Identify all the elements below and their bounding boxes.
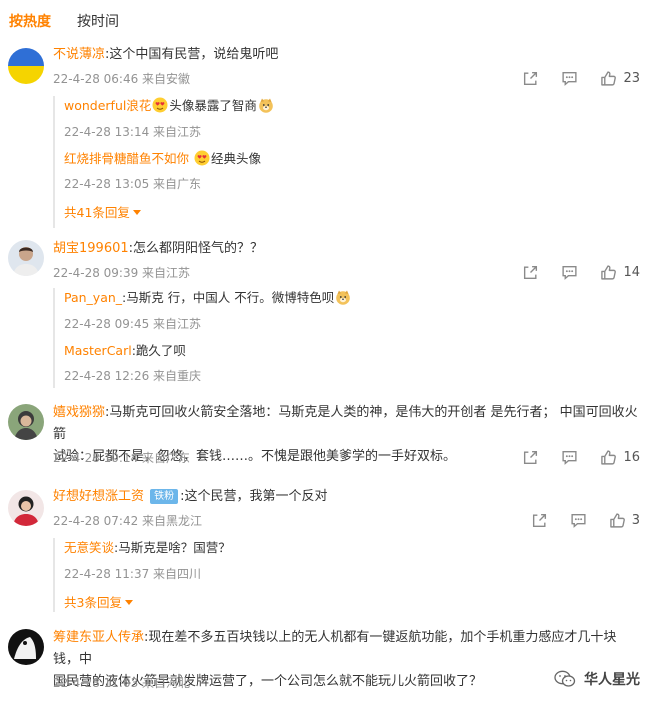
thumbs-up-icon — [601, 450, 617, 465]
reply-meta: 22-4-28 13:05 来自广东 — [64, 177, 202, 191]
share-icon — [532, 513, 546, 528]
avatar[interactable] — [8, 240, 44, 276]
share-button[interactable] — [522, 70, 539, 87]
share-icon — [524, 71, 538, 86]
wechat-icon — [554, 670, 576, 687]
comment-text: 不说薄凉:这个中国有民营，说给鬼听吧 — [53, 44, 640, 66]
comment-icon — [562, 265, 578, 280]
fan-badge: 铁粉 — [150, 489, 179, 504]
comment-author[interactable]: 胡宝199601 — [53, 241, 129, 256]
reply-author[interactable]: wonderful浪花 — [64, 98, 151, 113]
heart-eyes-emoji-icon — [152, 97, 168, 113]
comment-text: 好想好想涨工资 铁粉:这个民营，我第一个反对 — [53, 486, 640, 508]
comment-icon — [562, 71, 578, 86]
reply-button[interactable] — [561, 70, 578, 87]
reply-text: MasterCarl:跪久了呗 — [64, 341, 640, 361]
more-replies-link[interactable]: 共41条回复 — [64, 202, 141, 221]
like-count: 14 — [623, 265, 640, 280]
reply-author[interactable]: 红烧排骨糖醋鱼不如你 — [64, 151, 189, 166]
reply-author[interactable]: MasterCarl — [64, 343, 132, 358]
watermark-text: 华人星光 — [584, 672, 640, 688]
doge-emoji-icon — [259, 98, 273, 113]
reply-meta: 22-4-28 09:45 来自江苏 — [64, 317, 202, 331]
reply-divider — [53, 288, 55, 388]
reply-author[interactable]: 无意笑谈 — [64, 540, 114, 555]
sort-tabs: 按热度 按时间 — [9, 10, 119, 32]
comment-author[interactable]: 不说薄凉 — [53, 47, 105, 62]
comment-actions: 23 — [500, 70, 640, 87]
avatar[interactable] — [8, 490, 44, 526]
comment-meta: 22-4-28 10:14 来自广东 — [53, 451, 191, 465]
avatar[interactable] — [8, 48, 44, 84]
reply-body: 经典头像 — [211, 151, 262, 166]
share-button[interactable] — [522, 264, 539, 281]
comment-icon — [562, 450, 578, 465]
reply-body: 头像暴露了智商 — [169, 98, 257, 113]
comment-item: 好想好想涨工资 铁粉:这个民营，我第一个反对 22-4-28 07:42 来自黑… — [0, 486, 654, 616]
share-icon — [524, 450, 538, 465]
comment-meta: 22-4-28 06:46 来自安徽 — [53, 72, 191, 86]
comment-body: :这个中国有民营，说给鬼听吧 — [105, 47, 279, 62]
comment-meta: 22-4-28 07:42 来自黑龙江 — [53, 514, 203, 528]
avatar[interactable] — [8, 629, 44, 665]
doge-emoji-icon — [336, 290, 351, 305]
like-button[interactable]: 23 — [600, 70, 640, 87]
reply-text: Pan_yan_:马斯克 行，中国人 不行。微博特色呗 — [64, 288, 640, 308]
more-replies-label: 共41条回复 — [64, 205, 130, 220]
comment-author[interactable]: 筹建东亚人传承 — [53, 630, 144, 645]
like-count: 16 — [623, 450, 640, 465]
reply-body: :马斯克是啥？国营？ — [114, 540, 231, 555]
reply-body: :马斯克 行，中国人 不行。微博特色呗 — [122, 290, 335, 305]
like-button[interactable]: 3 — [609, 512, 640, 529]
thumbs-up-icon — [609, 513, 625, 528]
caret-down-icon — [132, 210, 141, 215]
reply-text: 无意笑谈:马斯克是啥？国营？ — [64, 538, 640, 558]
reply-button[interactable] — [570, 512, 587, 529]
like-count: 3 — [631, 513, 640, 528]
tab-by-time[interactable]: 按时间 — [77, 11, 119, 31]
comment-icon — [571, 513, 586, 528]
more-replies-link[interactable]: 共3条回复 — [64, 592, 133, 611]
reply-button[interactable] — [561, 449, 578, 466]
tab-by-hot[interactable]: 按热度 — [9, 11, 51, 31]
reply-meta: 22-4-28 11:37 来自四川 — [64, 567, 202, 581]
comment-actions: 3 — [509, 512, 640, 529]
comment-author[interactable]: 嬉戏猕猕 — [53, 405, 105, 420]
reply-author[interactable]: Pan_yan_ — [64, 290, 122, 305]
comment-item: 嬉戏猕猕:马斯克可回收火箭安全落地：马斯克是人类的神，是伟大的开创者 是先行者；… — [0, 402, 654, 472]
reply-body: :跪久了呗 — [131, 343, 186, 358]
caret-down-icon — [124, 600, 133, 605]
comment-actions: 16 — [500, 449, 640, 466]
comment-meta: 22-4-28 11:03 来自河北 — [53, 676, 191, 690]
share-button[interactable] — [522, 449, 539, 466]
more-replies-label: 共3条回复 — [64, 595, 122, 610]
like-count: 23 — [623, 71, 640, 86]
comment-text: 胡宝199601:怎么都阴阳怪气的？？ — [53, 238, 640, 260]
reply-divider — [53, 96, 55, 228]
comment-item: 胡宝199601:怎么都阴阳怪气的？？ 22-4-28 09:39 来自江苏 1… — [0, 238, 654, 388]
like-button[interactable]: 14 — [600, 264, 640, 281]
reply-divider — [53, 538, 55, 612]
comment-body: :马斯克可回收火箭安全落地：马斯克是人类的神，是伟大的开创者 是先行者； 中国可… — [53, 405, 638, 442]
heart-eyes-emoji-icon — [194, 150, 210, 166]
reply-button[interactable] — [561, 264, 578, 281]
comment-body: :怎么都阴阳怪气的？？ — [128, 241, 264, 256]
comment-body: :这个民营，我第一个反对 — [180, 489, 328, 504]
comment-meta: 22-4-28 09:39 来自江苏 — [53, 266, 191, 280]
comment-item: 不说薄凉:这个中国有民营，说给鬼听吧 22-4-28 06:46 来自安徽 23… — [0, 44, 654, 230]
like-button[interactable]: 16 — [600, 449, 640, 466]
watermark: 华人星光 — [554, 669, 640, 689]
reply-meta: 22-4-28 12:26 来自重庆 — [64, 369, 202, 383]
thumbs-up-icon — [601, 265, 617, 280]
comment-actions: 14 — [500, 264, 640, 281]
reply-text: 红烧排骨糖醋鱼不如你 经典头像 — [64, 149, 640, 169]
share-icon — [524, 265, 538, 280]
reply-meta: 22-4-28 13:14 来自江苏 — [64, 125, 202, 139]
share-button[interactable] — [531, 512, 548, 529]
avatar[interactable] — [8, 404, 44, 440]
comment-author[interactable]: 好想好想涨工资 — [53, 489, 144, 504]
reply-text: wonderful浪花 头像暴露了智商 — [64, 96, 640, 116]
thumbs-up-icon — [601, 71, 617, 86]
